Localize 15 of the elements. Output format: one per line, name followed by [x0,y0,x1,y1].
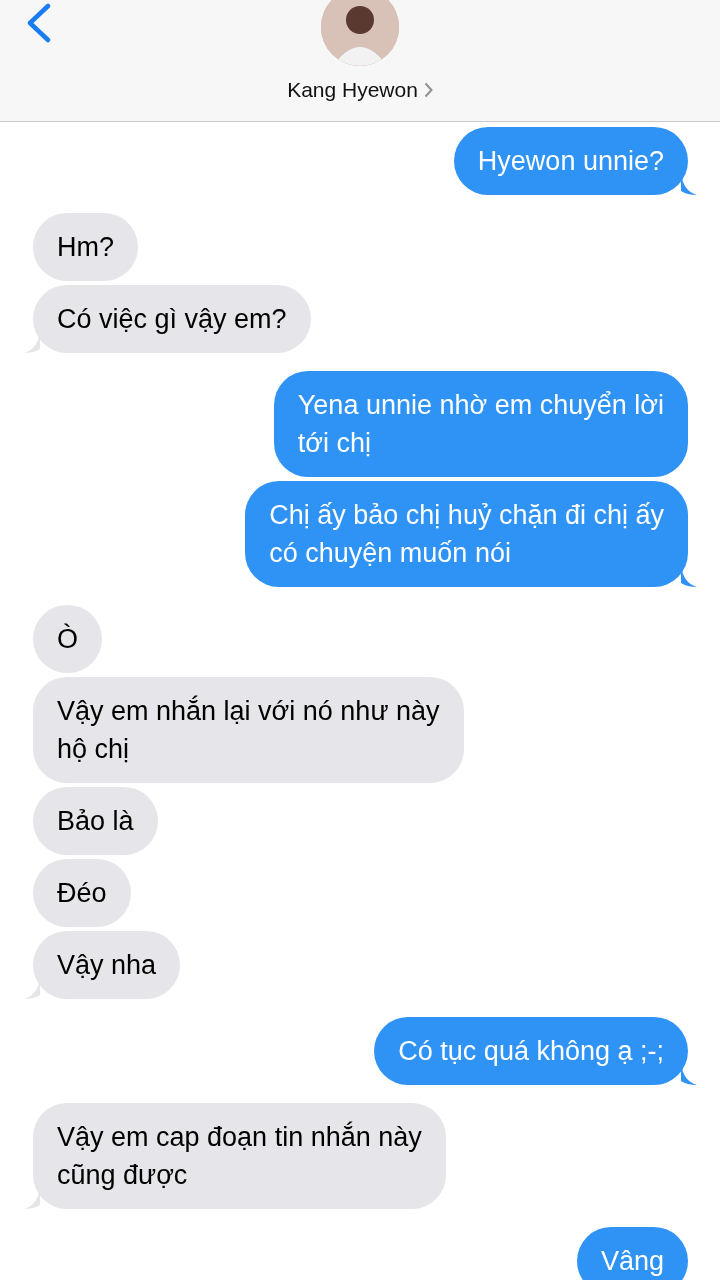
sent-message-bubble: Hyewon unnie? [453,127,688,195]
sent-message-bubble: Có tục quá không ạ ;-; [374,1017,688,1085]
sent-message-bubble: Yena unnie nhờ em chuyển lời tới chị [273,371,688,477]
received-message-bubble: Hm? [33,213,138,281]
chevron-icon[interactable] [423,82,433,98]
sent-message-bubble: Vâng [576,1227,688,1280]
received-message-bubble: Vậy nha [33,931,181,999]
received-message-bubble: Vậy em cap đoạn tin nhắn này cũng được [33,1103,446,1209]
sent-message-bubble: Chị ấy bảo chị huỷ chặn đi chị ấy có chuyện muốn nói [245,481,688,587]
received-message-bubble: Bảo là [33,787,158,855]
received-message-bubble: Đéo [33,859,131,927]
received-message-bubble: Vậy em nhắn lại với nó như này hộ chị [33,677,464,783]
contact-name[interactable]: Kang Hyewon [287,78,418,102]
received-message-bubble: Ò [33,605,102,673]
received-message-bubble: Có việc gì vậy em? [33,285,311,353]
